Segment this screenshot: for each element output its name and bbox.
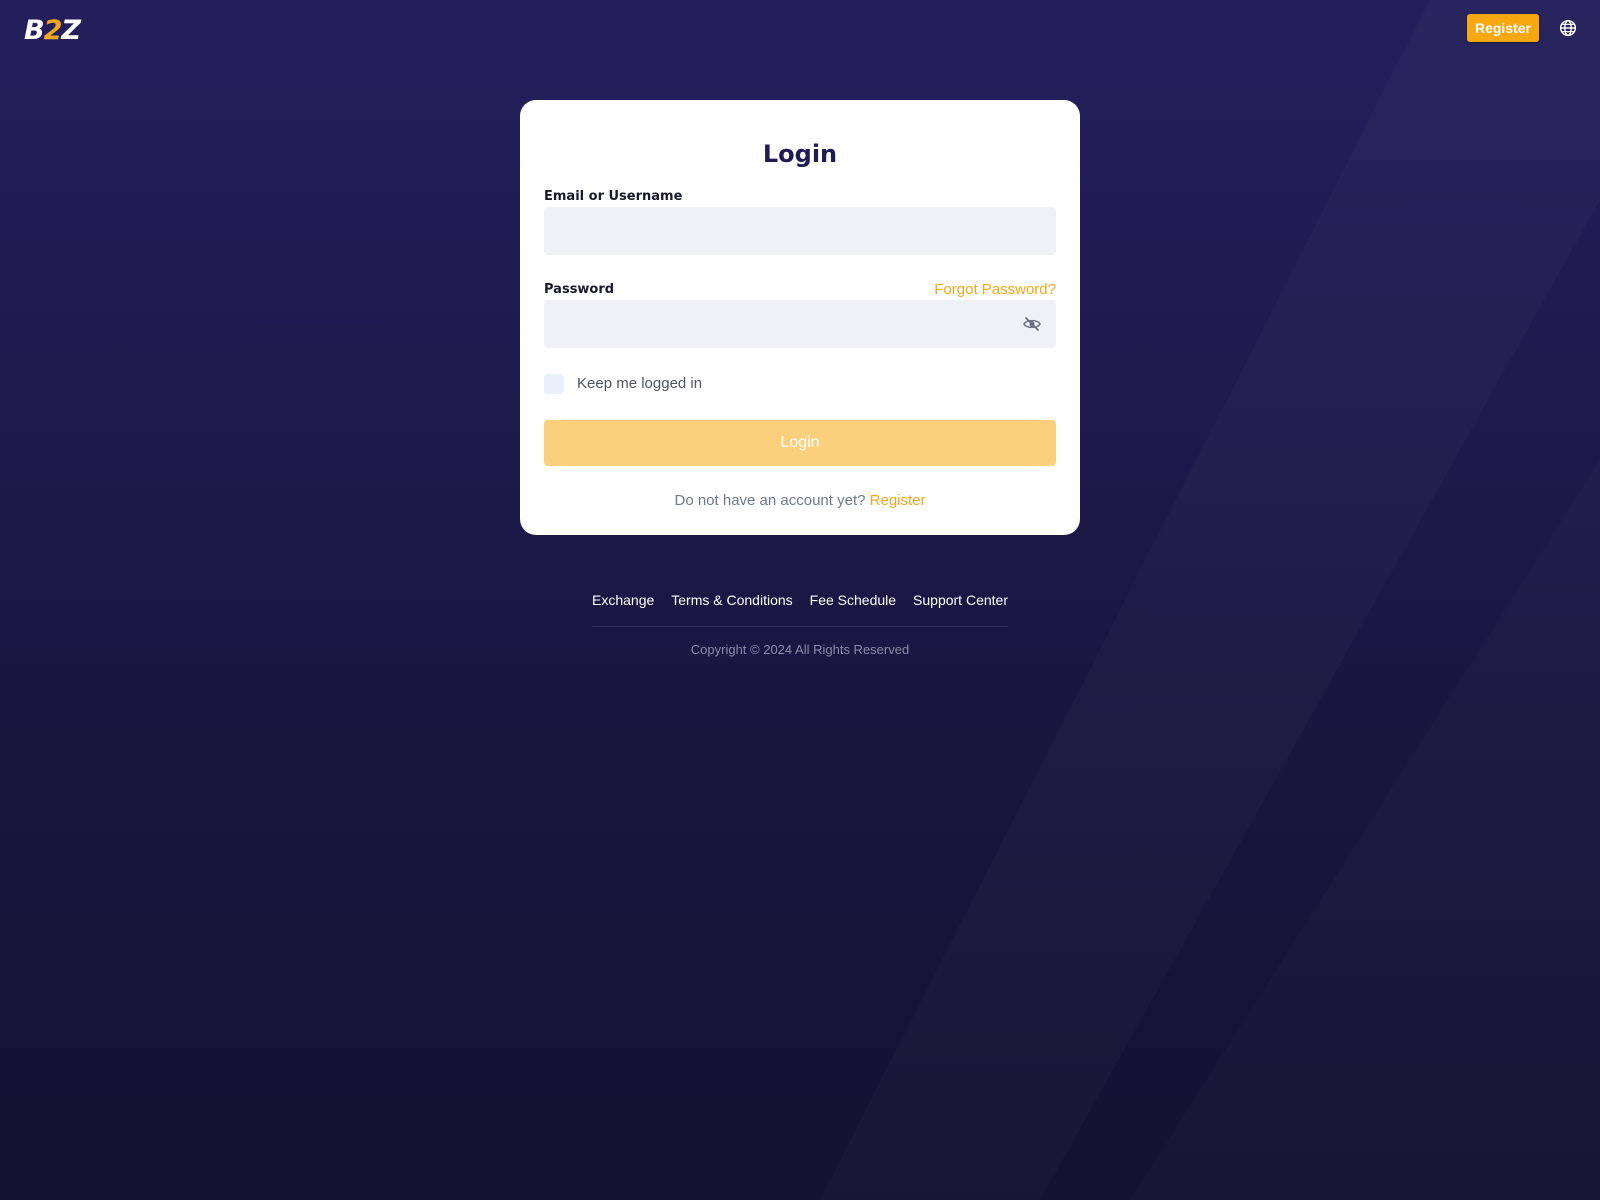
no-account-text: Do not have an account yet?	[674, 492, 866, 509]
copyright-text: Copyright © 2024 All Rights Reserved	[690, 642, 910, 657]
footer-links: Exchange Terms & Conditions Fee Schedule…	[592, 592, 1008, 608]
login-title: Login	[762, 140, 838, 168]
keep-logged-in-checkbox[interactable]	[544, 374, 564, 394]
password-input[interactable]	[544, 300, 1056, 348]
eye-off-icon[interactable]	[1022, 314, 1042, 334]
keep-logged-in-label[interactable]: Keep me logged in	[577, 375, 702, 392]
footer-link-support-center[interactable]: Support Center	[913, 592, 1008, 608]
footer-link-fee-schedule[interactable]: Fee Schedule	[810, 592, 896, 608]
email-label: Email or Username	[544, 189, 683, 204]
footer-link-exchange[interactable]: Exchange	[592, 592, 654, 608]
globe-icon[interactable]	[1559, 19, 1577, 37]
brand-logo[interactable]: B2Z	[24, 15, 81, 46]
password-label: Password	[544, 282, 615, 297]
login-button[interactable]: Login	[544, 420, 1056, 466]
email-input[interactable]	[544, 207, 1056, 255]
register-button[interactable]: Register	[1467, 14, 1539, 42]
login-card: Login Email or Username Password Forgot …	[520, 100, 1080, 535]
forgot-password-link[interactable]: Forgot Password?	[934, 281, 1056, 298]
top-bar: B2Z Register	[0, 0, 1600, 56]
footer-divider	[592, 626, 1008, 627]
register-link[interactable]: Register	[870, 492, 926, 509]
signup-prompt: Do not have an account yet? Register	[520, 492, 1080, 509]
footer-link-terms[interactable]: Terms & Conditions	[671, 592, 792, 608]
